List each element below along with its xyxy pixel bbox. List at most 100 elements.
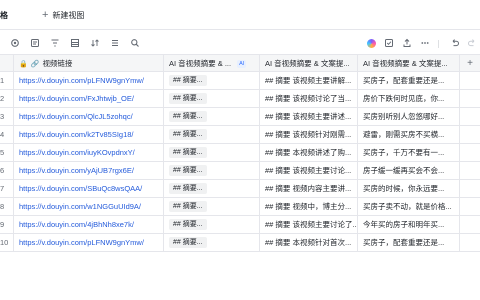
search-icon[interactable] (128, 36, 142, 50)
ai-assistant-icon[interactable] (364, 36, 378, 50)
ai-description-cell[interactable]: ## 摘要 该视频主要讲述... (260, 108, 358, 125)
ai-description-cell[interactable]: ## 摘要 该视频主要讨论... (260, 162, 358, 179)
ai-transcript-cell[interactable]: 买房子，配套重要还是... (358, 72, 460, 89)
ai-transcript-cell[interactable]: 买房的时候，你永远要... (358, 180, 460, 197)
row-number: 2 (0, 90, 14, 107)
ai-transcript-cell[interactable]: 房子缓一缓再买会不会... (358, 162, 460, 179)
share-icon[interactable] (400, 36, 414, 50)
ai-description-cell[interactable]: ## 摘要 该视频主要讨论了... (260, 216, 358, 233)
summary-tag: ## 摘要... (169, 201, 207, 212)
transcript-text: 房价下跌何时见底，你... (363, 94, 445, 103)
ai-summary-cell[interactable]: ## 摘要... (164, 198, 260, 215)
undo-icon[interactable] (448, 36, 462, 50)
ai-transcript-cell[interactable]: 买房别听别人忽悠哪好... (358, 108, 460, 125)
table-row[interactable]: 5 https://v.douyin.com/iuyKOvpdnxY/ ## 摘要.… (0, 144, 480, 162)
ai-summary-cell[interactable]: ## 摘要... (164, 90, 260, 107)
video-link[interactable]: https://v.douyin.com/pLFNW9gnYmw/ (19, 76, 144, 85)
ai-description-cell[interactable]: ## 摘要 该视频讨论了当... (260, 90, 358, 107)
settings-icon[interactable] (8, 36, 22, 50)
ai-description-cell[interactable]: ## 摘要 该视频主要讲解... (260, 72, 358, 89)
ai-summary-cell[interactable]: ## 摘要... (164, 180, 260, 197)
ai-summary-cell[interactable]: ## 摘要... (164, 72, 260, 89)
table-row[interactable]: 3 https://v.douyin.com/QlcJL5zohqc/ ## 摘要.… (0, 108, 480, 126)
ai-description-cell[interactable]: ## 摘要 本视频针对首次... (260, 234, 358, 251)
video-link-cell[interactable]: https://v.douyin.com/pLFNW9gnYmw/ (14, 234, 164, 251)
table-row[interactable]: 10 https://v.douyin.com/pLFNW9gnYmw/ ## 摘要… (0, 234, 480, 252)
video-link-cell[interactable]: https://v.douyin.com/SBuQc8wsQAA/ (14, 180, 164, 197)
video-link[interactable]: https://v.douyin.com/yAjUB7rgx6E/ (19, 166, 134, 175)
row-number: 8 (0, 198, 14, 215)
ai-transcript-cell[interactable]: 房价下跌何时见底，你... (358, 90, 460, 107)
ai-transcript-cell[interactable]: 买房子卖不动，就是价格... (358, 198, 460, 215)
ai-transcript-cell[interactable]: 买房子，千万不要有一... (358, 144, 460, 161)
video-link[interactable]: https://v.douyin.com/QlcJL5zohqc/ (19, 112, 133, 121)
row-height-icon[interactable] (108, 36, 122, 50)
header-video-link[interactable]: 🔒 🔗 视频链接 (14, 55, 164, 72)
sort-icon[interactable] (88, 36, 102, 50)
summary-tag: ## 摘要... (169, 183, 207, 194)
ai-summary-cell[interactable]: ## 摘要... (164, 144, 260, 161)
filter-icon[interactable] (48, 36, 62, 50)
field-config-icon[interactable] (28, 36, 42, 50)
group-icon[interactable] (68, 36, 82, 50)
ai-summary-cell[interactable]: ## 摘要... (164, 234, 260, 251)
redo-icon[interactable] (465, 36, 479, 50)
video-link-cell[interactable]: https://v.douyin.com/yAjUB7rgx6E/ (14, 162, 164, 179)
video-link-cell[interactable]: https://v.douyin.com/FxJhtwjb_OE/ (14, 90, 164, 107)
new-view-button[interactable]: + 新建视图 (42, 8, 84, 22)
header-row-number (0, 55, 14, 72)
add-column-button[interactable]: + (460, 55, 480, 72)
ai-description-cell[interactable]: ## 摘要 本视频讲述了购... (260, 144, 358, 161)
table-row[interactable]: 1 https://v.douyin.com/pLFNW9gnYmw/ ## 摘要.… (0, 72, 480, 90)
transcript-text: 买房子，配套重要还是... (363, 76, 445, 85)
view-tabs: 格 + 新建视图 (0, 0, 480, 30)
ai-description-cell[interactable]: ## 摘要 该视频针对刚需... (260, 126, 358, 143)
transcript-text: 避雷，刚需买房不买横... (363, 130, 445, 139)
table-row[interactable]: 6 https://v.douyin.com/yAjUB7rgx6E/ ## 摘要.… (0, 162, 480, 180)
video-link[interactable]: https://v.douyin.com/iuyKOvpdnxY/ (19, 148, 135, 157)
link-icon: 🔗 (30, 60, 40, 68)
video-link-cell[interactable]: https://v.douyin.com/k2Tv85SIg18/ (14, 126, 164, 143)
table-row[interactable]: 4 https://v.douyin.com/k2Tv85SIg18/ ## 摘要.… (0, 126, 480, 144)
summary-tag: ## 摘要... (169, 111, 207, 122)
table-row[interactable]: 2 https://v.douyin.com/FxJhtwjb_OE/ ## 摘要.… (0, 90, 480, 108)
table-row[interactable]: 8 https://v.douyin.com/w1NGGuUId9A/ ## 摘要.… (0, 198, 480, 216)
video-link[interactable]: https://v.douyin.com/4jBhNh8xe7k/ (19, 220, 134, 229)
video-link-cell[interactable]: https://v.douyin.com/4jBhNh8xe7k/ (14, 216, 164, 233)
video-link[interactable]: https://v.douyin.com/k2Tv85SIg18/ (19, 130, 134, 139)
video-link[interactable]: https://v.douyin.com/SBuQc8wsQAA/ (19, 184, 142, 193)
row-number: 5 (0, 144, 14, 161)
tab-grid-view[interactable]: 格 (0, 8, 8, 22)
ai-summary-cell[interactable]: ## 摘要... (164, 216, 260, 233)
video-link-cell[interactable]: https://v.douyin.com/w1NGGuUId9A/ (14, 198, 164, 215)
description-text: ## 摘要 该视频主要讲述... (265, 112, 352, 121)
video-link[interactable]: https://v.douyin.com/w1NGGuUId9A/ (19, 202, 141, 211)
ai-summary-cell[interactable]: ## 摘要... (164, 126, 260, 143)
video-link-cell[interactable]: https://v.douyin.com/QlcJL5zohqc/ (14, 108, 164, 125)
transcript-text: 买房的时候，你永远要... (363, 184, 445, 193)
video-link-cell[interactable]: https://v.douyin.com/pLFNW9gnYmw/ (14, 72, 164, 89)
header-ai-description[interactable]: AI 音视频摘要 & 文案提... (260, 55, 358, 72)
summary-tag: ## 摘要... (169, 237, 207, 248)
form-icon[interactable] (382, 36, 396, 50)
ai-transcript-cell[interactable]: 避雷，刚需买房不买横... (358, 126, 460, 143)
row-number: 6 (0, 162, 14, 179)
video-link[interactable]: https://v.douyin.com/FxJhtwjb_OE/ (19, 94, 134, 103)
ai-description-cell[interactable]: ## 摘要 视频中，博主分... (260, 198, 358, 215)
lock-icon: 🔒 (19, 60, 28, 68)
table-row[interactable]: 9 https://v.douyin.com/4jBhNh8xe7k/ ## 摘要.… (0, 216, 480, 234)
ai-transcript-cell[interactable]: 今年买的房子和明年买... (358, 216, 460, 233)
header-ai-summary[interactable]: AI 音视频摘要 & ... AI (164, 55, 260, 72)
ai-summary-cell[interactable]: ## 摘要... (164, 108, 260, 125)
ai-transcript-cell[interactable]: 买房子，配套重要还是... (358, 234, 460, 251)
video-link[interactable]: https://v.douyin.com/pLFNW9gnYmw/ (19, 238, 144, 247)
description-text: ## 摘要 该视频针对刚需... (265, 130, 352, 139)
header-ai-transcript[interactable]: AI 音视频摘要 & 文案提... (358, 55, 460, 72)
ai-description-cell[interactable]: ## 摘要 视频内容主要讲... (260, 180, 358, 197)
summary-tag: ## 摘要... (169, 165, 207, 176)
table-row[interactable]: 7 https://v.douyin.com/SBuQc8wsQAA/ ## 摘要.… (0, 180, 480, 198)
ai-summary-cell[interactable]: ## 摘要... (164, 162, 260, 179)
more-icon[interactable] (418, 36, 432, 50)
tab-divider (0, 29, 480, 30)
video-link-cell[interactable]: https://v.douyin.com/iuyKOvpdnxY/ (14, 144, 164, 161)
